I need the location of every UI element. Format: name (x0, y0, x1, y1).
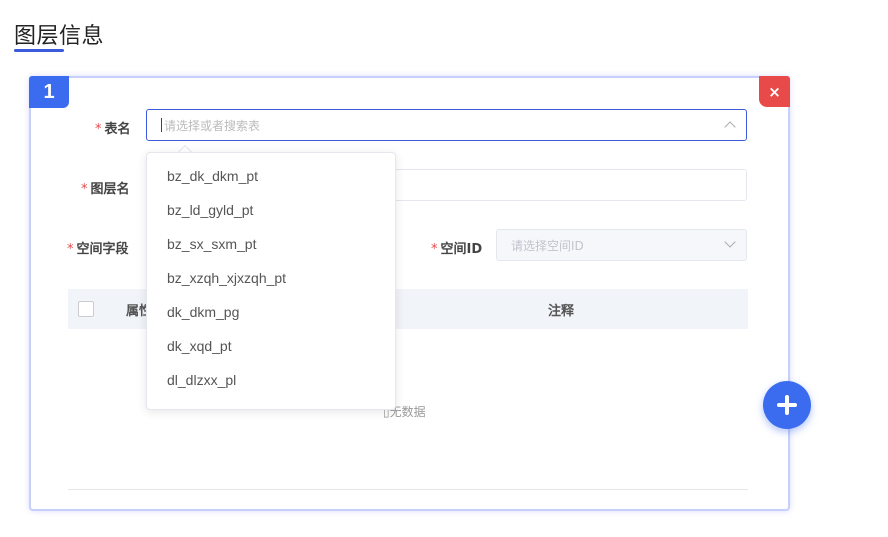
dropdown-option[interactable]: bz_xzqh_xjxzqh_pt (147, 261, 395, 295)
dropdown-option[interactable]: dk_dkm_pg (147, 295, 395, 329)
chevron-up-icon (724, 121, 736, 133)
chevron-down-icon (724, 236, 736, 248)
dropdown-option[interactable]: dl_dlzxx_pt (147, 397, 395, 409)
table-name-placeholder: 请选择或者搜索表 (164, 118, 261, 133)
title-underline (14, 49, 64, 52)
add-layer-button[interactable] (763, 381, 811, 429)
dropdown-option[interactable]: dk_xqd_pt (147, 329, 395, 363)
table-name-dropdown: bz_dk_dkm_pt bz_ld_gyld_pt bz_sx_sxm_pt … (146, 152, 396, 410)
close-icon[interactable]: × (759, 76, 790, 107)
table-name-select[interactable]: 请选择或者搜索表 (146, 109, 747, 141)
dropdown-option[interactable]: bz_ld_gyld_pt (147, 193, 395, 227)
dropdown-option[interactable]: bz_sx_sxm_pt (147, 227, 395, 261)
select-all-checkbox[interactable] (78, 301, 94, 317)
layer-name-label: * 图层名 (81, 182, 130, 197)
dropdown-option[interactable]: dl_dlzxx_pl (147, 363, 395, 397)
card-index-badge: 1 (29, 76, 69, 108)
spatial-id-label: * 空间ID (431, 242, 483, 257)
table-bottom-divider (68, 489, 748, 490)
spatial-field-label: * 空间字段 (67, 242, 129, 257)
text-cursor (161, 118, 162, 132)
dropdown-option[interactable]: bz_dk_dkm_pt (147, 159, 395, 193)
plus-icon (777, 395, 797, 415)
spatial-id-placeholder: 请选择空间ID (511, 238, 584, 253)
header-comment: 注释 (548, 304, 575, 319)
dropdown-list: bz_dk_dkm_pt bz_ld_gyld_pt bz_sx_sxm_pt … (147, 153, 395, 409)
page-title: 图层信息 (14, 24, 105, 49)
table-name-label: * 表名 (95, 122, 131, 137)
layer-card: 1 × * 表名 请选择或者搜索表 * 图层名 * 空间字段 * 空间ID 请选择空间I… (29, 76, 790, 511)
spatial-id-select[interactable]: 请选择空间ID (496, 229, 747, 261)
